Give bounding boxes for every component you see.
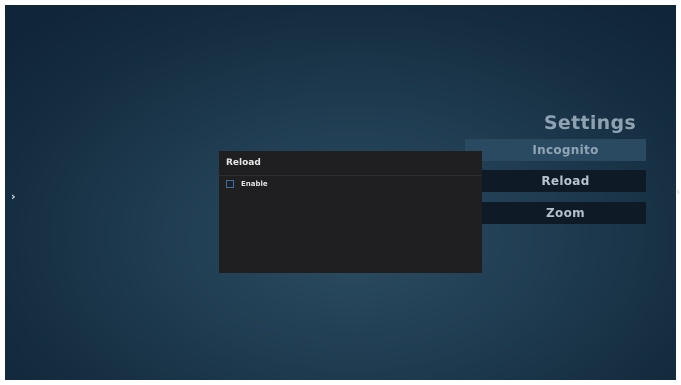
- menu-item-zoom[interactable]: Zoom: [465, 202, 646, 224]
- enable-label: Enable: [241, 180, 268, 188]
- menu-item-reload[interactable]: Reload: [465, 170, 646, 192]
- menu-item-label: Zoom: [546, 206, 585, 220]
- chevron-left-icon[interactable]: ‹: [676, 186, 681, 198]
- dialog-title: Reload: [226, 158, 261, 168]
- menu-item-label: Incognito: [532, 143, 599, 157]
- tv-screen: › Settings Incognito Reload Zoom Reload …: [5, 5, 676, 380]
- menu-item-label: Reload: [541, 174, 590, 188]
- reload-dialog: Reload Enable: [219, 151, 482, 273]
- enable-checkbox[interactable]: [226, 180, 234, 188]
- menu-item-incognito[interactable]: Incognito: [465, 139, 646, 161]
- chevron-right-icon[interactable]: ›: [11, 191, 16, 203]
- dialog-divider: [219, 175, 482, 176]
- settings-title: Settings: [543, 112, 636, 134]
- enable-option[interactable]: Enable: [226, 180, 268, 188]
